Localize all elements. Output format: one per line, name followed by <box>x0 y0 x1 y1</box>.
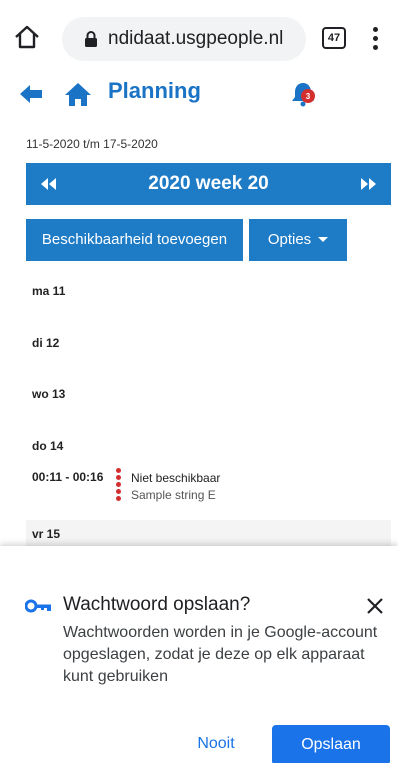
tab-switcher-button[interactable]: 47 <box>322 27 346 49</box>
entry-status: Niet beschikbaar <box>131 471 221 485</box>
lock-icon <box>84 31 98 47</box>
browser-home-icon[interactable] <box>12 22 42 52</box>
day-row-friday: vr 15 <box>26 520 391 546</box>
note-dots-icon <box>116 489 122 503</box>
status-dots-icon <box>116 468 122 489</box>
browser-menu-icon[interactable] <box>369 25 381 53</box>
day-label-monday: ma 11 <box>32 284 66 298</box>
options-label: Opties <box>267 231 312 248</box>
options-button[interactable]: Opties <box>249 219 347 261</box>
add-availability-button[interactable]: Beschikbaarheid toevoegen <box>26 219 243 261</box>
close-icon[interactable] <box>366 597 384 615</box>
back-arrow-icon[interactable] <box>18 81 44 107</box>
caret-down-icon <box>318 237 329 242</box>
page-title: Planning <box>108 78 201 103</box>
save-button[interactable]: Opslaan <box>272 725 390 763</box>
address-bar[interactable]: ndidaat.usgpeople.nl <box>62 17 306 61</box>
never-button[interactable]: Nooit <box>185 725 247 763</box>
entry-time: 00:11 - 00:16 <box>32 470 104 484</box>
week-selector: 2020 week 20 <box>26 163 391 205</box>
save-password-sheet: Wachtwoord opslaan? Wachtwoorden worden … <box>0 546 398 763</box>
key-icon <box>24 599 55 613</box>
app-home-icon[interactable] <box>64 80 92 108</box>
notification-count: 3 <box>306 92 311 101</box>
sheet-message: Wachtwoorden worden in je Google-account… <box>63 624 378 685</box>
url-text: ndidaat.usgpeople.nl <box>108 28 284 49</box>
date-range: 11-5-2020 t/m 17-5-2020 <box>26 137 158 151</box>
day-label-wednesday: wo 13 <box>32 387 66 401</box>
day-label-friday: vr 15 <box>32 527 61 541</box>
browser-toolbar: ndidaat.usgpeople.nl 47 <box>0 0 398 76</box>
notification-bell-icon[interactable]: 3 <box>290 80 318 108</box>
week-label: 2020 week 20 <box>148 173 269 194</box>
next-week-icon[interactable] <box>357 173 379 195</box>
app-header: Planning 3 <box>0 76 398 116</box>
sheet-title: Wachtwoord opslaan? <box>63 594 251 615</box>
day-label-thursday: do 14 <box>32 439 64 453</box>
day-label-tuesday: di 12 <box>32 336 60 350</box>
entry-note: Sample string E <box>131 488 216 502</box>
